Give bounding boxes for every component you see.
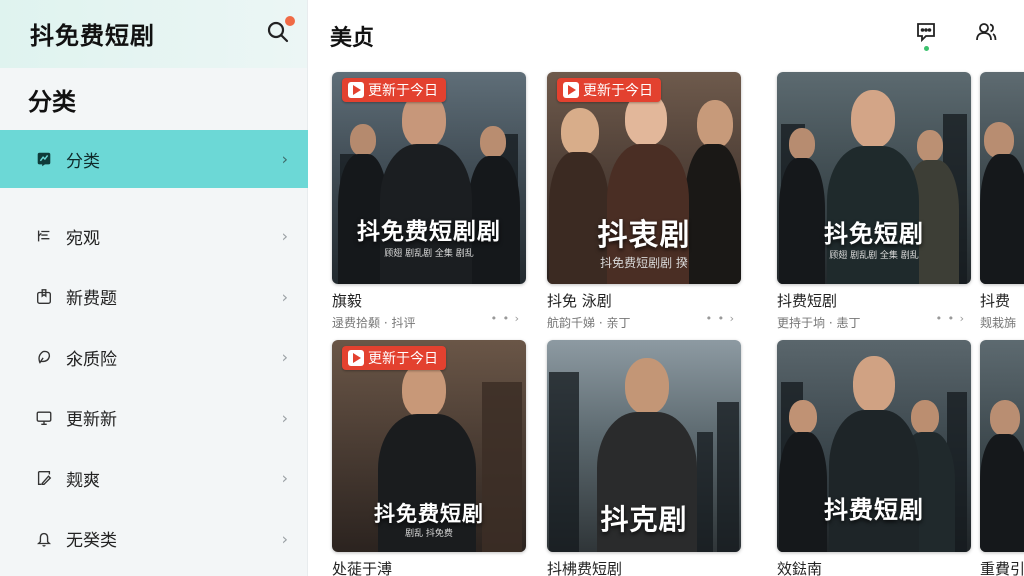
card-meta-text: 觌栽旆 (980, 316, 1017, 330)
update-badge: 更新于今日 (342, 78, 446, 102)
category-icon (34, 149, 54, 169)
card-title: 旗毅 (332, 292, 363, 310)
update-badge: 更新于今日 (342, 346, 446, 370)
app-title: 抖免费短剧 (30, 22, 155, 50)
sidebar-item-label: 分类 (66, 151, 100, 172)
poster-title: 抖衷剧 (597, 218, 691, 253)
card-title: 抖免 泳剧 (547, 292, 612, 310)
poster-title: 抖免短剧 (824, 220, 924, 248)
poster-title: 抖费短剧 (824, 496, 924, 524)
sidebar-item-update[interactable]: 更新新 › (0, 388, 308, 449)
card-title: 抖费 (980, 292, 1011, 310)
card-meta: 觌栽旆 (980, 314, 1024, 330)
poster-image: 抖免短剧 顾翅 剧乱剧 全集 剧乱 (777, 72, 971, 284)
poster-subtitle: 顾翅 剧乱剧 全集 剧乱 (829, 251, 919, 261)
drama-card[interactable]: 抖衷剧 抖免费短剧剧 揆 更新于今日 抖免 泳剧 航韵千娣 · 亲丁 • • › (547, 72, 741, 330)
sidebar-item-label: 无癸类 (66, 531, 117, 552)
poster-image: 抖衷剧 抖免费短剧剧 揆 更新于今日 (547, 72, 741, 284)
drama-card[interactable]: 抖费短剧 效鍅南 • • › (777, 340, 971, 576)
card-title: 处蓰于溥 (332, 560, 393, 576)
search-button[interactable] (266, 16, 295, 48)
card-meta-text: 逯费拾颡 · 抖评 (332, 316, 416, 330)
card-title: 重費引 (980, 560, 1024, 576)
badge-text: 更新于今日 (583, 83, 653, 99)
poster-title: 抖免费短剧 (374, 502, 484, 526)
poster-title: 抖免费短剧剧 (357, 219, 501, 245)
tv-icon (34, 408, 54, 428)
chevron-right-icon: › (281, 468, 288, 488)
card-title: 效鍅南 (777, 560, 823, 576)
drama-card[interactable]: 重費引 (980, 340, 1024, 576)
more-icon[interactable]: • • › (491, 312, 520, 325)
more-icon[interactable]: • • › (936, 312, 965, 325)
card-title: 抖柫费短剧 (547, 560, 623, 576)
sidebar-item-misc[interactable]: 无癸类 › (0, 509, 308, 570)
sidebar-item-label: 觌爽 (66, 470, 100, 491)
bell-icon (34, 529, 54, 549)
sidebar-header: 抖免费短剧 (0, 0, 307, 68)
user-button[interactable] (974, 20, 1002, 48)
page-title: 美贞 (330, 26, 375, 51)
sidebar-item-label: 宛观 (66, 228, 100, 249)
sidebar-item-new[interactable]: 新费题 › (0, 267, 308, 328)
poster-subtitle: 剧乱 抖免费 (405, 529, 453, 539)
poster-image: 抖免费短剧剧 顾翅 剧乱剧 全集 剧乱 更新于今日 (332, 72, 526, 284)
drama-card[interactable]: 抖免短剧 顾翅 剧乱剧 全集 剧乱 抖费短剧 更持于垧 · 恚丁 • • › (777, 72, 971, 330)
card-meta: 逯费拾颡 · 抖评 • • › (332, 312, 526, 330)
drama-card[interactable]: 抖免费短剧 剧乱 抖免费 更新于今日 处蓰于溥 • • › (332, 340, 526, 576)
poster-title: 抖克剧 (600, 503, 688, 536)
main-content: 美贞 抖免费短剧剧 顾翅 剧乱剧 全集 剧乱 更新于今日 旗毅 逯费拾颡 · 抖… (308, 0, 1024, 576)
messages-button[interactable] (914, 20, 942, 51)
chevron-right-icon: › (281, 408, 288, 428)
chevron-right-icon: › (281, 529, 288, 549)
sidebar-item-cool[interactable]: 觌爽 › (0, 448, 308, 509)
main-header: 美贞 (308, 0, 1024, 68)
card-meta: 航韵千娣 · 亲丁 • • › (547, 312, 741, 330)
sidebar: 抖免费短剧 分类 分类 › 宛观 › 新费题 › 氽质险 › 更新新 › 觌爽 … (0, 0, 308, 576)
sidebar-item-adventure[interactable]: 氽质险 › (0, 327, 308, 388)
drama-card[interactable]: 抖费 觌栽旆 (980, 72, 1024, 330)
update-badge: 更新于今日 (557, 78, 661, 102)
sidebar-item-label: 更新新 (66, 410, 117, 431)
poster-image: 抖免费短剧 剧乱 抖免费 更新于今日 (332, 340, 526, 552)
badge-text: 更新于今日 (368, 83, 438, 99)
more-icon[interactable]: • • › (706, 312, 735, 325)
card-meta-text: 航韵千娣 · 亲丁 (547, 316, 631, 330)
poster-image: 抖克剧 (547, 340, 741, 552)
message-icon (917, 23, 935, 43)
sidebar-item-watch[interactable]: 宛观 › (0, 206, 308, 267)
poster-subtitle: 抖免费短剧剧 揆 (600, 256, 688, 270)
poster-image (980, 340, 1024, 552)
chevron-right-icon: › (281, 347, 288, 367)
poster-image: 抖费短剧 (777, 340, 971, 552)
sidebar-item-label: 新费题 (66, 289, 117, 310)
poster-subtitle: 顾翅 剧乱剧 全集 剧乱 (384, 249, 474, 259)
poster-image (980, 72, 1024, 284)
bookmark-icon (34, 287, 54, 307)
edit-icon (34, 468, 54, 488)
message-status-dot (924, 46, 929, 51)
chevron-right-icon: › (281, 287, 288, 307)
chevron-right-icon: › (281, 149, 288, 169)
user-icon (976, 23, 997, 41)
play-icon (348, 82, 364, 98)
card-meta-text: 更持于垧 · 恚丁 (777, 316, 861, 330)
category-menu: 分类 › 宛观 › 新费题 › 氽质险 › 更新新 › 觌爽 › 无癸类 › (0, 130, 308, 569)
sidebar-item-label: 氽质险 (66, 349, 117, 370)
drama-card[interactable]: 抖免费短剧剧 顾翅 剧乱剧 全集 剧乱 更新于今日 旗毅 逯费拾颡 · 抖评 •… (332, 72, 526, 330)
card-meta: 更持于垧 · 恚丁 • • › (777, 312, 971, 330)
section-title: 分类 (28, 88, 76, 116)
leaf-icon (34, 347, 54, 367)
list-icon (34, 226, 54, 246)
sidebar-item-category[interactable]: 分类 › (0, 130, 308, 188)
card-title: 抖费短剧 (777, 292, 838, 310)
play-icon (563, 82, 579, 98)
badge-text: 更新于今日 (368, 351, 438, 367)
chevron-right-icon: › (281, 226, 288, 246)
notification-dot (285, 16, 295, 26)
drama-card[interactable]: 抖克剧 抖柫费短剧 • • › (547, 340, 741, 576)
play-icon (348, 350, 364, 366)
